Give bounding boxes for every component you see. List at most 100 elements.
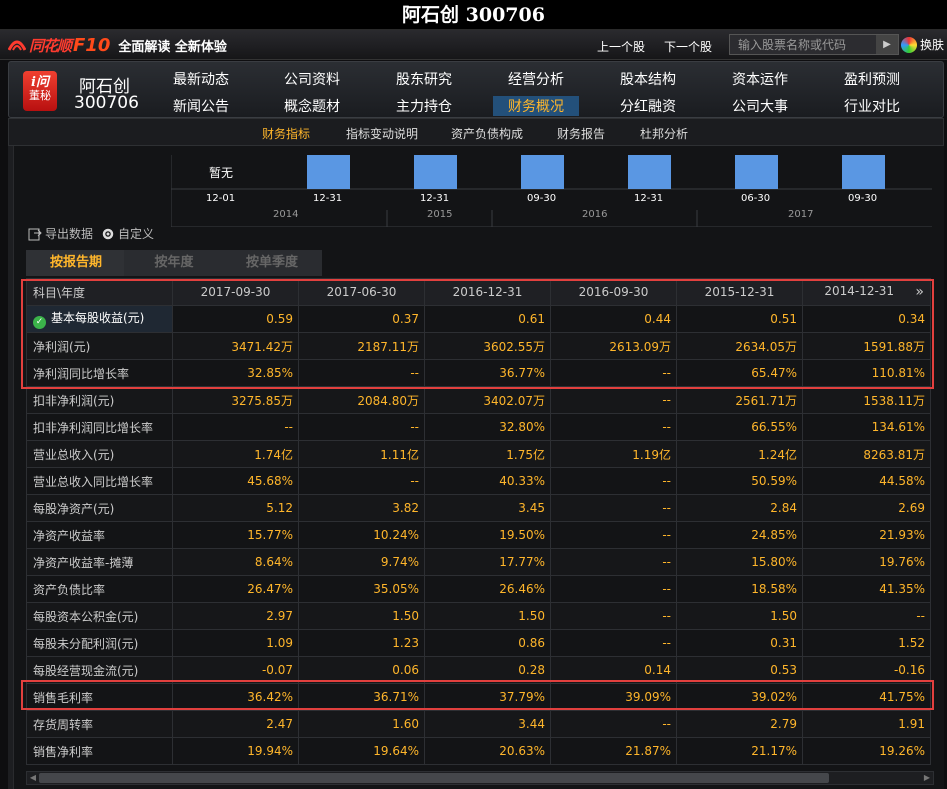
left-scroll-strip[interactable] — [8, 146, 14, 789]
cell-value-text: 0.53 — [770, 663, 797, 677]
subnav-item-3[interactable]: 财务报告 — [557, 125, 605, 142]
subnav-item-1[interactable]: 指标变动说明 — [346, 125, 418, 142]
cell-value-text: 1.50 — [392, 609, 419, 623]
cell-value-text: -- — [662, 393, 671, 407]
tab-period-1[interactable]: 按年度 — [124, 250, 224, 276]
chart-year-label-3: 2017 — [788, 209, 814, 220]
cell-value: -- — [550, 386, 677, 414]
chart-bar-4[interactable] — [628, 155, 671, 189]
cell-value: 5.12 — [172, 494, 299, 522]
column-header-period[interactable]: 2016-09-30 — [550, 278, 677, 306]
column-header-label: 科目\年度 — [33, 285, 86, 300]
ask-secretary-icon[interactable]: i问 董秘 — [23, 71, 57, 111]
nav-item-row1-3[interactable]: 经营分析 — [508, 69, 564, 89]
nav-item-row1-1[interactable]: 公司资料 — [284, 69, 340, 89]
chart-no-data-label: 暂无 — [209, 166, 234, 180]
checked-icon[interactable]: ✓ — [33, 316, 46, 329]
nav-item-row2-5[interactable]: 公司大事 — [732, 96, 788, 116]
cell-value-text: 1.75亿 — [506, 447, 545, 462]
cell-value-text: 3275.85万 — [231, 393, 293, 408]
nav-item-row1-5[interactable]: 资本运作 — [732, 69, 788, 89]
cell-value-text: 3471.42万 — [231, 339, 293, 354]
nav-item-row2-2[interactable]: 主力持仓 — [396, 96, 452, 116]
cell-value-text: 134.61% — [871, 420, 925, 434]
scroll-left-icon[interactable]: ◀ — [27, 772, 39, 784]
brand-name: 同花顺 — [29, 36, 72, 55]
column-header-period[interactable]: 2017-06-30 — [298, 278, 425, 306]
row-label-text: 净资产收益率-摊薄 — [33, 555, 134, 570]
scrollbar-thumb[interactable] — [39, 773, 829, 783]
chart-tick-label-0: 12-01 — [206, 193, 236, 204]
nav-item-row1-6[interactable]: 盈利预测 — [844, 69, 900, 89]
cell-value-text: -- — [662, 717, 671, 731]
chart-bar-2[interactable] — [414, 155, 457, 189]
subnav-item-2[interactable]: 资产负债构成 — [451, 125, 523, 142]
cell-value: 19.26% — [802, 737, 931, 765]
cell-value: 0.06 — [298, 656, 425, 684]
cell-value: 21.17% — [676, 737, 803, 765]
cell-value-text: 50.59% — [751, 474, 797, 488]
cell-value-text: 0.37 — [392, 312, 419, 326]
more-columns-icon[interactable]: » — [915, 284, 924, 300]
cell-value: -0.07 — [172, 656, 299, 684]
tab-period-0[interactable]: 按报告期 — [26, 250, 126, 276]
cell-value: 3602.55万 — [424, 332, 551, 360]
cell-value: -- — [550, 413, 677, 441]
row-label: 净资产收益率 — [26, 521, 173, 549]
chart-bar-6[interactable] — [842, 155, 885, 189]
horizontal-scrollbar[interactable]: ◀ ▶ — [26, 771, 934, 785]
scroll-right-icon[interactable]: ▶ — [921, 772, 933, 784]
data-toolbar: 导出数据 自定义 — [28, 225, 154, 242]
next-stock-link[interactable]: 下一个股 — [664, 38, 712, 55]
cell-value: 1591.88万 — [802, 332, 931, 360]
cell-value: -- — [550, 710, 677, 738]
cell-value: 110.81% — [802, 359, 931, 387]
cell-value: 39.09% — [550, 683, 677, 711]
column-header-period[interactable]: 2017-09-30 — [172, 278, 299, 306]
chart-bar-5[interactable] — [735, 155, 778, 189]
cell-value: 2561.71万 — [676, 386, 803, 414]
cell-value: 1.74亿 — [172, 440, 299, 468]
nav-item-row1-2[interactable]: 股东研究 — [396, 69, 452, 89]
stock-search-input[interactable] — [730, 35, 876, 54]
nav-item-row1-0[interactable]: 最新动态 — [173, 69, 229, 89]
cell-value-text: -- — [662, 636, 671, 650]
nav-item-row2-4[interactable]: 分红融资 — [620, 96, 676, 116]
cell-value: 19.50% — [424, 521, 551, 549]
cell-value-text: -0.16 — [893, 663, 925, 677]
cell-value: 0.61 — [424, 305, 551, 333]
subnav-item-4[interactable]: 杜邦分析 — [640, 125, 688, 142]
tab-period-2[interactable]: 按单季度 — [222, 250, 322, 276]
cell-value: -- — [550, 629, 677, 657]
row-label-text: 营业总收入(元) — [33, 447, 115, 462]
column-header-label: 2016-12-31 — [452, 285, 523, 299]
table-row: ✓ 基本每股收益(元) 0.59 0.37 0.61 0.44 0.51 0.34 — [26, 305, 931, 333]
cell-value: 66.55% — [676, 413, 803, 441]
cell-value-text: 0.34 — [898, 312, 925, 326]
nav-item-row2-0[interactable]: 新闻公告 — [173, 96, 229, 116]
export-data-button[interactable]: 导出数据 — [28, 225, 93, 242]
cell-value: 35.05% — [298, 575, 425, 603]
column-header-period[interactable]: 2015-12-31 — [676, 278, 803, 306]
nav-item-row2-3[interactable]: 财务概况 — [493, 96, 579, 116]
nav-item-row2-6[interactable]: 行业对比 — [844, 96, 900, 116]
column-header-period[interactable]: 2016-12-31 — [424, 278, 551, 306]
skin-button[interactable]: 换肤 — [901, 36, 944, 53]
chart-bar-3[interactable] — [521, 155, 564, 189]
cell-value: -- — [802, 602, 931, 630]
sub-navigation: 财务指标 指标变动说明 资产负债构成 财务报告 杜邦分析 — [8, 118, 944, 146]
subnav-item-0[interactable]: 财务指标 — [262, 125, 310, 142]
cell-value: 0.59 — [172, 305, 299, 333]
search-submit-icon[interactable]: ▶ — [876, 35, 898, 54]
column-header-period[interactable]: 2014-12-31 » — [802, 278, 931, 306]
customize-button[interactable]: 自定义 — [101, 225, 154, 242]
column-header-label: 2016-09-30 — [578, 285, 649, 299]
cell-value: 1538.11万 — [802, 386, 931, 414]
prev-stock-link[interactable]: 上一个股 — [597, 38, 645, 55]
chart-bar-1[interactable] — [307, 155, 350, 189]
nav-item-row1-4[interactable]: 股本结构 — [620, 69, 676, 89]
cell-value-text: 32.80% — [499, 420, 545, 434]
cell-value-text: 2.47 — [266, 717, 293, 731]
nav-item-row2-1[interactable]: 概念题材 — [284, 96, 340, 116]
row-label: 每股经营现金流(元) — [26, 656, 173, 684]
